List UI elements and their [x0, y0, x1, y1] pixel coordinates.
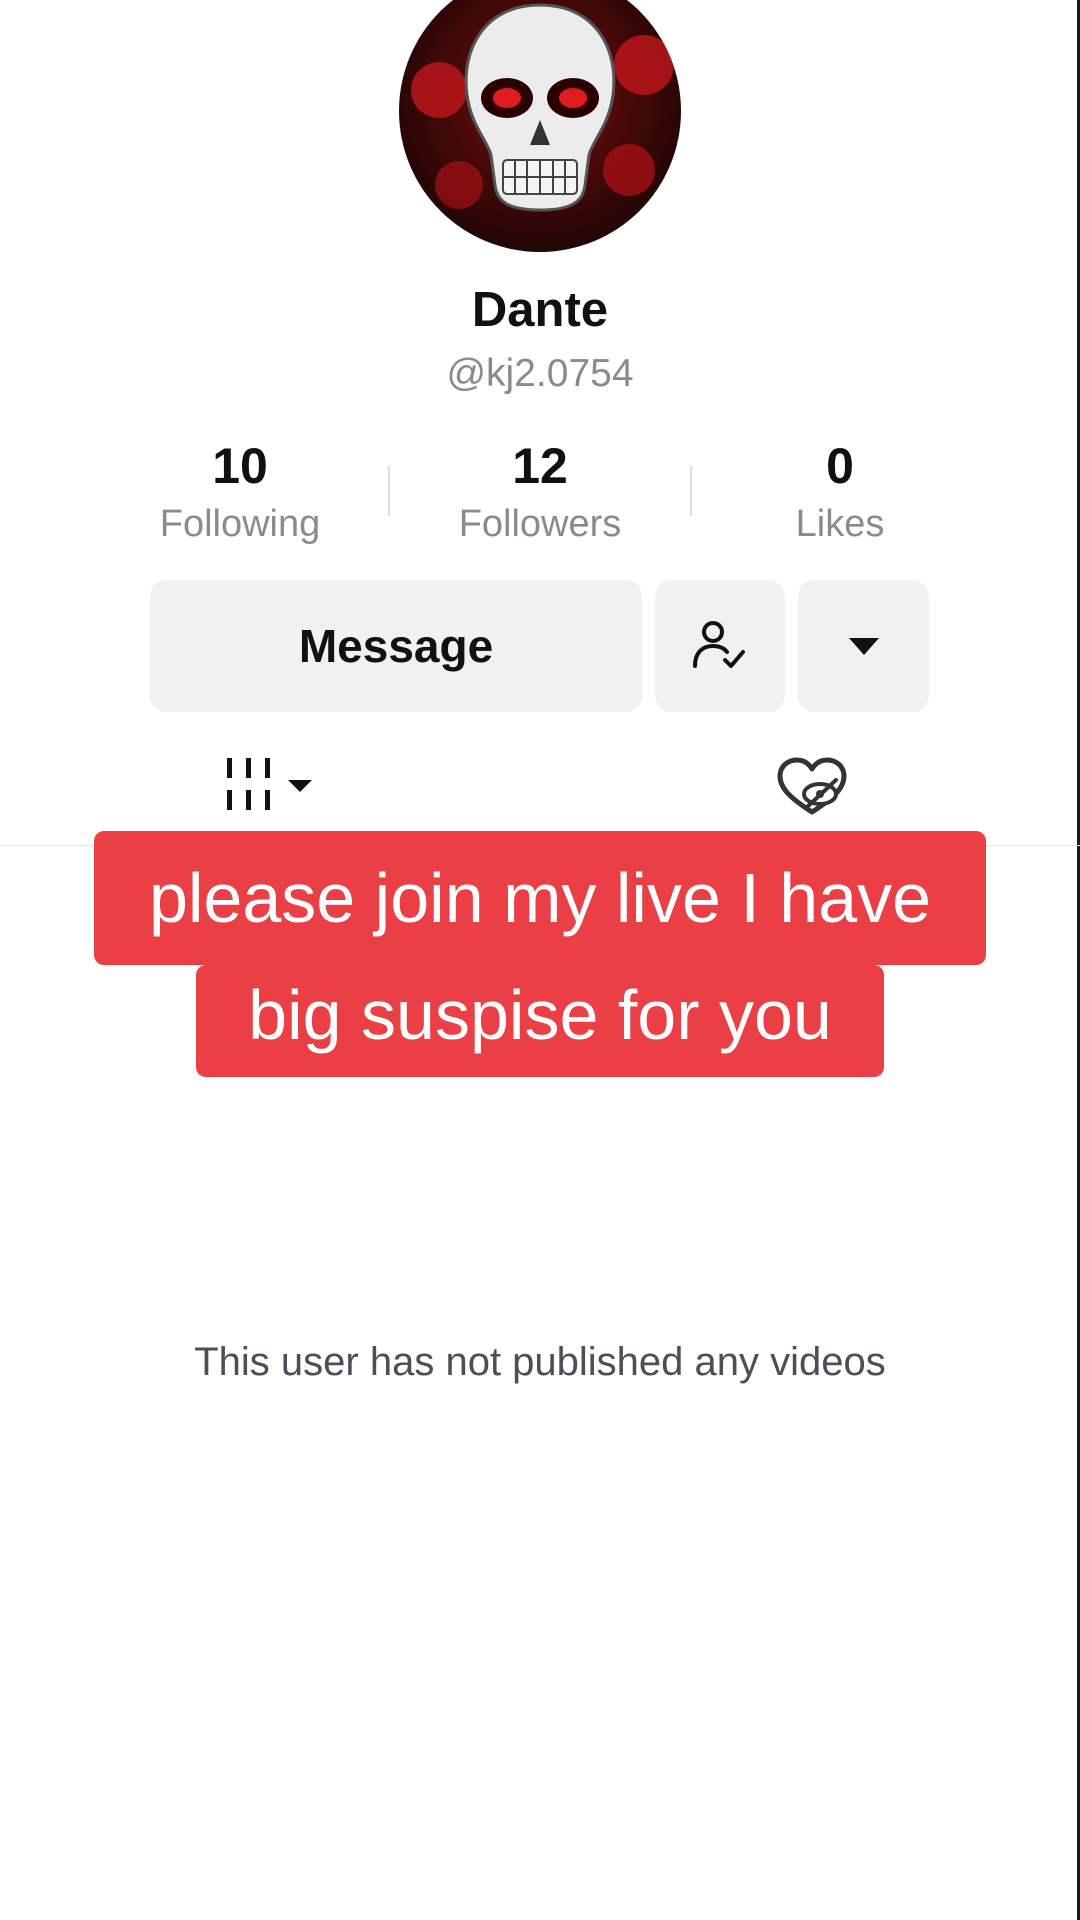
tab-liked[interactable] — [776, 756, 848, 818]
videos-grid-icon — [227, 758, 312, 810]
username[interactable]: @kj2.0754 — [0, 352, 1080, 396]
message-button[interactable]: Message — [150, 580, 642, 712]
stat-following[interactable]: 10 Following — [120, 436, 360, 550]
more-options-button[interactable] — [798, 580, 929, 712]
stat-followers-label: Followers — [458, 503, 622, 545]
stat-divider — [388, 466, 390, 516]
skull-avatar-icon — [399, 0, 681, 252]
tab-videos[interactable] — [222, 756, 322, 816]
caret-down-icon — [848, 638, 879, 655]
stat-followers[interactable]: 12 Followers — [420, 436, 660, 550]
stat-followers-value: 12 — [512, 438, 568, 494]
stat-following-label: Following — [159, 503, 321, 545]
stat-likes[interactable]: 0 Likes — [720, 436, 960, 550]
display-name: Dante — [471, 283, 609, 337]
stat-following-value: 10 — [212, 438, 268, 494]
empty-state-text: This user has not published any videos — [194, 1340, 886, 1384]
caption-banner-line-2: big suspise for you — [196, 965, 884, 1077]
liked-hidden-icon — [777, 757, 847, 815]
caption-banner-line-1: please join my live I have — [94, 831, 986, 965]
stat-likes-value: 0 — [826, 438, 854, 494]
stat-likes-label: Likes — [795, 503, 885, 545]
avatar[interactable] — [399, 0, 681, 252]
user-check-icon — [693, 621, 745, 668]
stat-divider — [690, 466, 692, 516]
following-status-button[interactable] — [655, 580, 785, 712]
